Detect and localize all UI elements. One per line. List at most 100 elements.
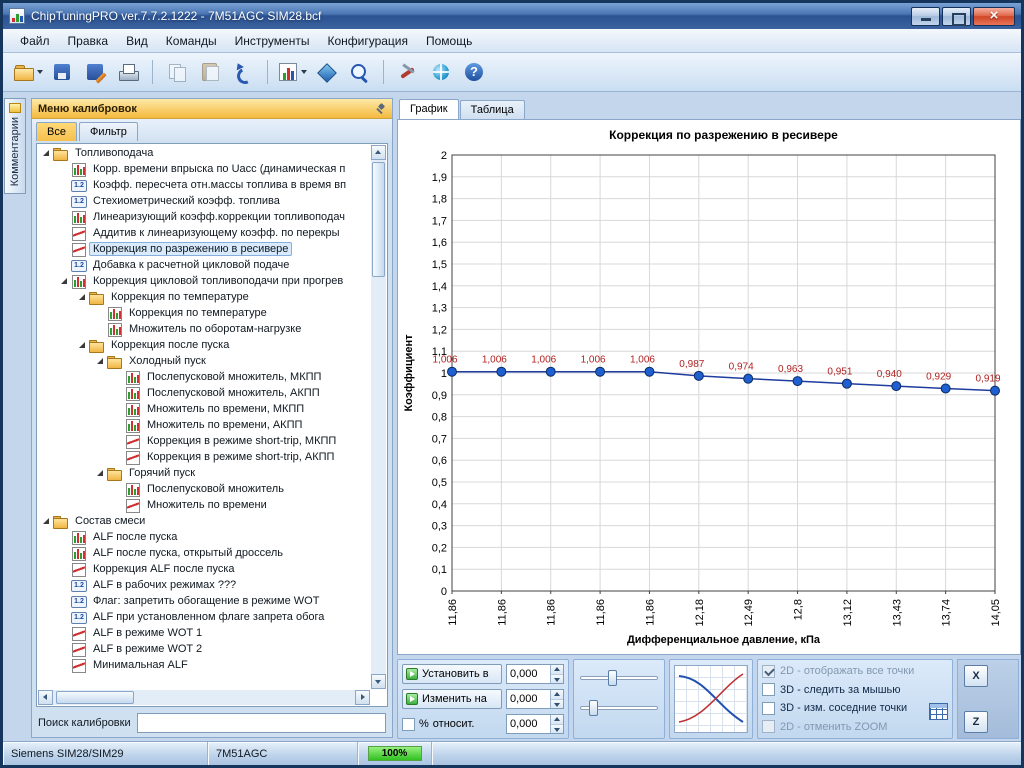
x-axis-button[interactable]: X: [964, 665, 988, 687]
open-file-button[interactable]: [13, 57, 44, 87]
menu-item[interactable]: Инструменты: [226, 31, 319, 51]
expand-arrow-icon[interactable]: [60, 564, 70, 574]
tree-horizontal-scrollbar[interactable]: [38, 690, 370, 705]
tree-item[interactable]: Коррекция после пуска: [38, 337, 370, 353]
scroll-right-button[interactable]: [355, 690, 370, 705]
table-grid-icon[interactable]: [929, 703, 948, 720]
spin-up-button[interactable]: [551, 665, 563, 675]
tab-all[interactable]: Все: [36, 122, 77, 141]
scroll-up-button[interactable]: [371, 145, 386, 160]
tree-item[interactable]: Коррекция в режиме short-trip, МКПП: [38, 433, 370, 449]
change-by-spinner[interactable]: 0,000: [506, 689, 564, 709]
comments-side-tab[interactable]: Комментарии: [4, 98, 26, 194]
expand-arrow-icon[interactable]: [60, 660, 70, 670]
slider-thumb[interactable]: [589, 700, 599, 716]
scroll-left-button[interactable]: [38, 690, 53, 705]
scrollbar-thumb[interactable]: [56, 691, 134, 704]
tree-item[interactable]: Послепусковой множитель, АКПП: [38, 385, 370, 401]
paste-button[interactable]: [195, 57, 225, 87]
tree-item[interactable]: ALF в режиме WOT 2: [38, 641, 370, 657]
chart-select-button[interactable]: [277, 57, 308, 87]
menu-item[interactable]: Вид: [117, 31, 157, 51]
tab-table[interactable]: Таблица: [459, 100, 525, 119]
tree-item[interactable]: Коррекция по температуре: [38, 305, 370, 321]
expand-arrow-icon[interactable]: [60, 164, 70, 174]
tree-item[interactable]: Аддитив к линеаризующему коэфф. по перек…: [38, 225, 370, 241]
expand-arrow-icon[interactable]: [114, 452, 124, 462]
expand-arrow-icon[interactable]: [114, 484, 124, 494]
scroll-down-button[interactable]: [371, 674, 386, 689]
expand-arrow-icon[interactable]: [60, 580, 70, 590]
expand-arrow-icon[interactable]: [60, 644, 70, 654]
expand-arrow-icon[interactable]: [114, 420, 124, 430]
expand-arrow-icon[interactable]: [96, 324, 106, 334]
help-button[interactable]: [459, 57, 489, 87]
tree-vertical-scrollbar[interactable]: [371, 145, 386, 689]
expand-arrow-icon[interactable]: [60, 548, 70, 558]
option-row[interactable]: 3D - следить за мышью: [762, 683, 948, 697]
spin-up-button[interactable]: [551, 690, 563, 700]
expand-arrow-icon[interactable]: [60, 212, 70, 222]
menu-item[interactable]: Правка: [59, 31, 118, 51]
tree-item[interactable]: ALF в режиме WOT 1: [38, 625, 370, 641]
tree-item[interactable]: Коррекция по разрежению в ресивере: [38, 241, 370, 257]
scrollbar-thumb[interactable]: [372, 162, 385, 277]
menu-item[interactable]: Команды: [157, 31, 226, 51]
tree-item[interactable]: ALF в рабочих режимах ???: [38, 577, 370, 593]
tree-item[interactable]: Минимальная ALF: [38, 657, 370, 673]
expand-arrow-icon[interactable]: [114, 404, 124, 414]
tree-item[interactable]: ALF после пуска: [38, 529, 370, 545]
checkbox-icon[interactable]: [762, 720, 775, 734]
tree-item[interactable]: Множитель по времени: [38, 497, 370, 513]
tree-item[interactable]: Послепусковой множитель, МКПП: [38, 369, 370, 385]
expand-arrow-icon[interactable]: [114, 436, 124, 446]
tree-item[interactable]: Горячий пуск: [38, 465, 370, 481]
tree-item[interactable]: Коррекция цикловой топливоподачи при про…: [38, 273, 370, 289]
tree-item[interactable]: ALF после пуска, открытый дроссель: [38, 545, 370, 561]
expand-arrow-icon[interactable]: [60, 180, 70, 190]
navigate-button[interactable]: [311, 57, 341, 87]
expand-arrow-icon[interactable]: [60, 628, 70, 638]
tree-item[interactable]: Корр. времени впрыска по Uacc (динамичес…: [38, 161, 370, 177]
copy-button[interactable]: [162, 57, 192, 87]
tree-item[interactable]: Стехиометрический коэфф. топлива: [38, 193, 370, 209]
maximize-button[interactable]: [942, 6, 971, 26]
option-row[interactable]: 3D - изм. соседние точки: [762, 701, 948, 715]
expand-arrow-icon[interactable]: [60, 228, 70, 238]
tree-item[interactable]: Послепусковой множитель: [38, 481, 370, 497]
expand-arrow-icon[interactable]: [60, 260, 70, 270]
tree-item[interactable]: Множитель по времени, АКПП: [38, 417, 370, 433]
tree-item[interactable]: Топливоподача: [38, 145, 370, 161]
z-axis-button[interactable]: Z: [964, 711, 988, 733]
expand-arrow-icon[interactable]: [96, 468, 106, 478]
set-value-spinner[interactable]: 0,000: [506, 664, 564, 684]
close-button[interactable]: [973, 6, 1015, 26]
expand-arrow-icon[interactable]: [114, 500, 124, 510]
tree-item[interactable]: Коэфф. пересчета отн.массы топлива в вре…: [38, 177, 370, 193]
tree-item[interactable]: Множитель по времени, МКПП: [38, 401, 370, 417]
spin-down-button[interactable]: [551, 724, 563, 733]
tree-item[interactable]: Множитель по оборотам-нагрузке: [38, 321, 370, 337]
tree-item[interactable]: Коррекция по температуре: [38, 289, 370, 305]
expand-arrow-icon[interactable]: [114, 388, 124, 398]
tree-item[interactable]: Коррекция ALF после пуска: [38, 561, 370, 577]
expand-arrow-icon[interactable]: [96, 308, 106, 318]
change-by-button[interactable]: Изменить на: [402, 689, 502, 709]
chart-area[interactable]: 0 0,1 0,2 0,3 0,4 0,5 0,6 0,7 0,8 0,9 1 1,1 1,2 1,3 1,…: [397, 119, 1021, 655]
smooth-slider[interactable]: [580, 670, 658, 686]
minimize-button[interactable]: [911, 6, 940, 26]
expand-arrow-icon[interactable]: [42, 148, 52, 158]
online-button[interactable]: [426, 57, 456, 87]
expand-arrow-icon[interactable]: [60, 244, 70, 254]
expand-arrow-icon[interactable]: [78, 292, 88, 302]
percent-checkbox[interactable]: [402, 717, 415, 731]
tree-item[interactable]: Добавка к расчетной цикловой подаче: [38, 257, 370, 273]
tree-item[interactable]: Линеаризующий коэфф.коррекции топливопод…: [38, 209, 370, 225]
checkbox-icon[interactable]: [762, 683, 775, 697]
expand-arrow-icon[interactable]: [96, 356, 106, 366]
calibration-chart[interactable]: 00,10,20,30,40,50,60,70,80,911,11,21,31,…: [399, 121, 1017, 651]
checkbox-icon[interactable]: [762, 701, 775, 715]
spin-up-button[interactable]: [551, 715, 563, 725]
curve-preview-icon[interactable]: [674, 665, 748, 733]
menu-item[interactable]: Файл: [11, 31, 59, 51]
